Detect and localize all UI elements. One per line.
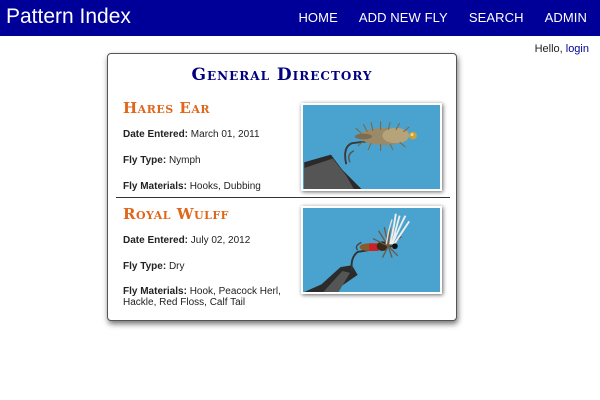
greeting-text: Hello, xyxy=(534,43,563,55)
materials-label: Fly Materials: xyxy=(123,286,187,297)
nav-home-link[interactable]: HOME xyxy=(298,10,337,25)
directory-title: General Directory xyxy=(191,65,373,85)
royal-wulff-fly-photo[interactable] xyxy=(301,206,442,294)
fly-type: Fly Type: Dry xyxy=(123,261,185,272)
date-label: Date Entered: xyxy=(123,235,189,246)
directory-panel: General Directory Hares Ear Date Entered… xyxy=(107,53,457,321)
fly-entry: Royal Wulff Date Entered: July 02, 2012 … xyxy=(108,201,456,308)
fly-name[interactable]: Hares Ear xyxy=(123,99,210,117)
fly-name[interactable]: Royal Wulff xyxy=(123,205,229,223)
nav-search-link[interactable]: SEARCH xyxy=(469,10,524,25)
nav-links: HOME ADD NEW FLY SEARCH ADMIN xyxy=(298,10,587,25)
login-link[interactable]: login xyxy=(566,43,589,55)
type-label: Fly Type: xyxy=(123,155,167,166)
top-navbar: Pattern Index HOME ADD NEW FLY SEARCH AD… xyxy=(0,0,600,36)
hares-ear-fly-photo[interactable] xyxy=(301,103,442,191)
materials-label: Fly Materials: xyxy=(123,181,187,192)
nav-add-new-fly-link[interactable]: ADD NEW FLY xyxy=(359,10,448,25)
hares-ear-fly-icon xyxy=(304,105,439,189)
fly-entry: Hares Ear Date Entered: March 01, 2011 F… xyxy=(108,95,456,199)
site-brand[interactable]: Pattern Index xyxy=(6,5,131,29)
date-value: March 01, 2011 xyxy=(190,129,260,140)
royal-wulff-fly-icon xyxy=(304,208,439,292)
date-label: Date Entered: xyxy=(123,129,189,140)
nav-admin-link[interactable]: ADMIN xyxy=(545,10,587,25)
type-label: Fly Type: xyxy=(123,261,167,272)
fly-materials: Fly Materials: Hooks, Dubbing xyxy=(123,181,261,192)
date-entered: Date Entered: July 02, 2012 xyxy=(123,235,250,246)
fly-materials: Fly Materials: Hook, Peacock Herl, Hackl… xyxy=(123,286,298,308)
type-value: Dry xyxy=(168,261,185,272)
entry-divider xyxy=(116,197,450,198)
date-value: July 02, 2012 xyxy=(190,235,251,246)
materials-value: Hooks, Dubbing xyxy=(189,181,261,192)
date-entered: Date Entered: March 01, 2011 xyxy=(123,129,260,140)
type-value: Nymph xyxy=(168,155,201,166)
greeting: Hello, login xyxy=(535,43,589,55)
fly-type: Fly Type: Nymph xyxy=(123,155,201,166)
